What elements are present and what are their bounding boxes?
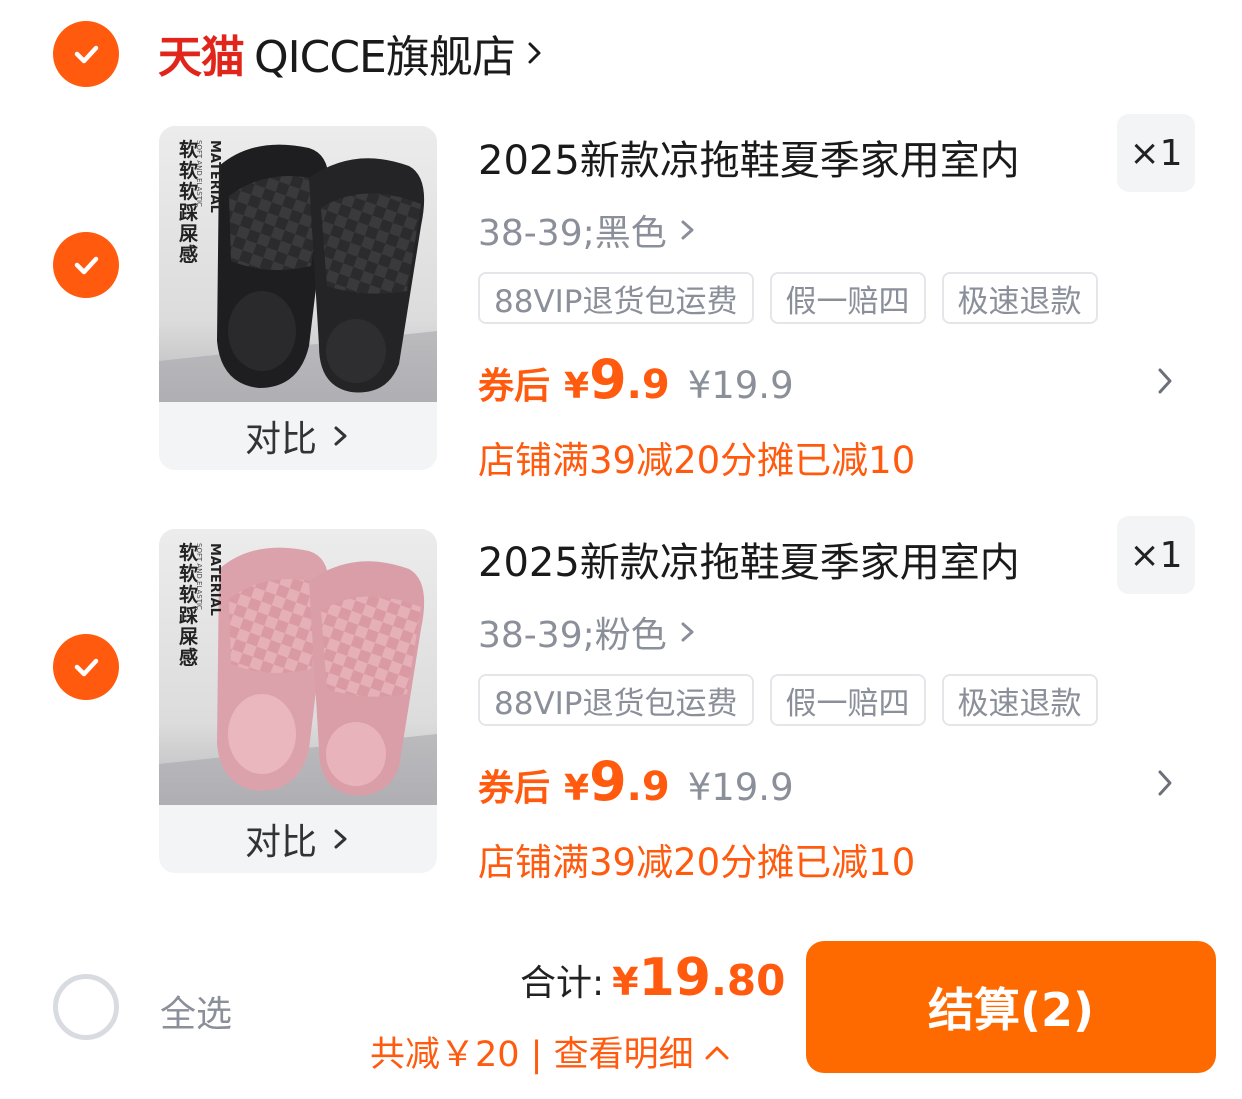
sku-selector[interactable]: 38-39;黑色 [478, 204, 697, 256]
checkmark-icon [74, 658, 99, 677]
image-caption-cn: 软软软 踩屎感 [179, 542, 199, 669]
service-tags: 88VIP退货包运费 假一赔四 极速退款 [478, 674, 1098, 726]
product-thumbnail-card[interactable]: MATERIAL SOFT AND ELASTIC 软软软 踩屎感 对比 [159, 126, 437, 470]
image-caption-en: MATERIAL [207, 543, 222, 616]
total-integer: 19 [638, 948, 711, 1008]
item-checkbox[interactable] [53, 232, 119, 298]
savings-detail-link[interactable]: 共减￥20 | 查看明细 [370, 1026, 730, 1077]
price-currency: ¥ [564, 366, 590, 407]
compare-button[interactable]: 对比 [159, 402, 437, 470]
price-currency: ¥ [564, 768, 590, 809]
compare-label: 对比 [244, 419, 317, 460]
original-price: ¥19.9 [687, 766, 794, 809]
price-decimal: .9 [626, 764, 670, 810]
service-tags: 88VIP退货包运费 假一赔四 极速退款 [478, 272, 1098, 324]
total-decimal: .80 [710, 956, 786, 1005]
chevron-right-icon[interactable] [1155, 366, 1175, 396]
promo-text: 店铺满39减20分摊已减10 [478, 841, 916, 884]
tag-fake-compensation: 假一赔四 [769, 674, 926, 726]
chevron-right-icon [681, 220, 694, 240]
price-integer: 9 [589, 750, 627, 813]
checkmark-icon [74, 256, 99, 275]
chevron-right-icon [334, 829, 347, 849]
price-row: 券后 ¥ 9 .9 ¥19.9 [478, 348, 794, 411]
chevron-right-icon [681, 622, 694, 642]
chevron-right-icon [528, 42, 541, 64]
tag-88vip: 88VIP退货包运费 [478, 272, 754, 324]
product-title[interactable]: 2025新款凉拖鞋夏季家用室内 [478, 530, 1020, 588]
total-currency: ¥ [612, 960, 639, 1004]
image-caption-en: MATERIAL [207, 140, 222, 213]
chevron-right-icon[interactable] [1155, 768, 1175, 798]
product-thumbnail-card[interactable]: MATERIAL SOFT AND ELASTIC 软软软 踩屎感 对比 [159, 529, 437, 873]
total-row: 合计: ¥ 19 .80 [520, 948, 785, 1008]
checkout-button[interactable]: 结算(2) [806, 941, 1216, 1073]
quantity-box[interactable]: ×1 [1117, 114, 1195, 192]
tag-fake-compensation: 假一赔四 [769, 272, 926, 324]
compare-label: 对比 [244, 822, 317, 863]
promo-text: 店铺满39减20分摊已减10 [478, 439, 916, 482]
store-header[interactable]: 天猫 QICCE旗舰店 [158, 22, 547, 84]
price-row: 券后 ¥ 9 .9 ¥19.9 [478, 750, 794, 813]
compare-button[interactable]: 对比 [159, 805, 437, 873]
select-all-checkbox[interactable] [53, 974, 119, 1040]
tag-fast-refund: 极速退款 [941, 674, 1098, 726]
savings-text: 共减￥20 | 查看明细 [370, 1035, 694, 1075]
quantity-box[interactable]: ×1 [1117, 516, 1195, 594]
coupon-label: 券后 [478, 768, 551, 809]
chevron-up-icon [705, 1046, 729, 1059]
sku-text: 38-39;黑色 [478, 213, 667, 254]
item-checkbox[interactable] [53, 634, 119, 700]
product-title[interactable]: 2025新款凉拖鞋夏季家用室内 [478, 128, 1020, 186]
checkmark-icon [74, 45, 99, 64]
price-decimal: .9 [626, 362, 670, 408]
store-name[interactable]: QICCE旗舰店 [254, 21, 516, 85]
sku-text: 38-39;粉色 [478, 615, 667, 656]
tag-88vip: 88VIP退货包运费 [478, 674, 754, 726]
coupon-label: 券后 [478, 366, 551, 407]
select-all-label[interactable]: 全选 [160, 985, 232, 1037]
image-caption-cn: 软软软 踩屎感 [179, 139, 199, 266]
tag-fast-refund: 极速退款 [941, 272, 1098, 324]
store-checkbox[interactable] [53, 21, 119, 87]
original-price: ¥19.9 [687, 364, 794, 407]
chevron-right-icon [334, 426, 347, 446]
total-label: 合计: [520, 963, 605, 1004]
tmall-logo: 天猫 [158, 32, 245, 83]
sku-selector[interactable]: 38-39;粉色 [478, 606, 697, 658]
price-integer: 9 [589, 348, 627, 411]
